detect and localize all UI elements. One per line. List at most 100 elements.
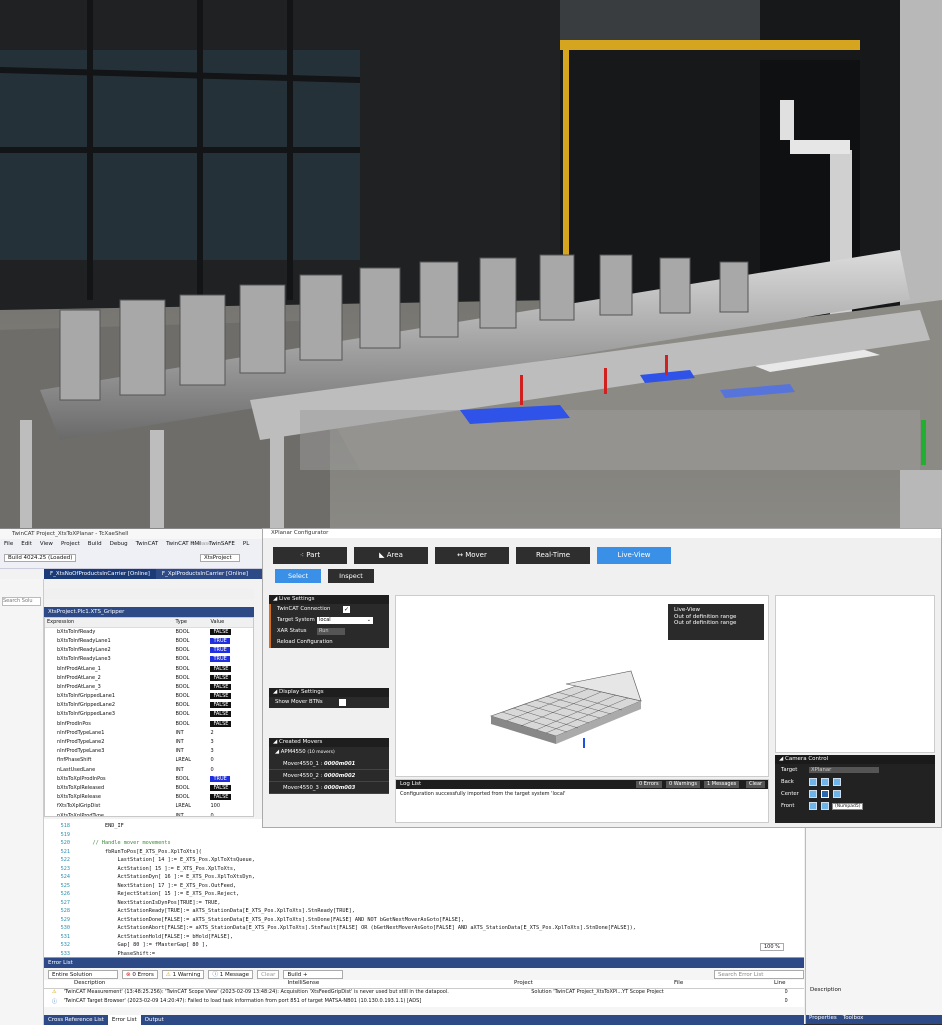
solution-search-input[interactable]: Search Solu xyxy=(2,597,41,606)
watch-row[interactable]: nInfProdTypeLane1 INT 2 xyxy=(45,728,253,737)
code-line[interactable]: Gap[ 80 ]:= fMasterGap[ 80 ], xyxy=(80,942,208,948)
warnings-filter-button[interactable]: ⚠ 1 Warning xyxy=(161,969,205,979)
tab-inspect[interactable]: Inspect xyxy=(328,569,374,583)
tab-part[interactable]: ⁖ Part xyxy=(273,547,347,564)
col-file[interactable]: File xyxy=(674,980,774,988)
show-mover-btns-checkbox[interactable] xyxy=(339,699,346,706)
tab-toolbox[interactable]: Toolbox xyxy=(843,1015,864,1024)
mover-item[interactable]: Mover4550_1 : 0000m001 xyxy=(269,758,389,770)
code-line[interactable]: ActStationDyn[ 16 ]:= E_XTS_Pos.XplToXts… xyxy=(80,874,254,880)
tab-properties[interactable]: Properties xyxy=(809,1015,837,1024)
watch-row[interactable]: bXtsToInfReadyLane3 BOOL TRUE xyxy=(45,655,253,664)
live-view-3d[interactable]: Live-View Out of definition range Out of… xyxy=(395,595,769,777)
col-description[interactable]: Description xyxy=(44,980,514,988)
reload-configuration-button[interactable]: Reload Configuration xyxy=(269,637,389,648)
menu-item[interactable]: PL xyxy=(243,539,249,549)
code-line[interactable]: RejectStation[ 15 ]:= E_XTS_Pos.Reject, xyxy=(80,891,239,897)
menu-item[interactable]: Edit xyxy=(21,539,32,549)
watch-row[interactable]: bInfProdAtLane_1 BOOL FALSE xyxy=(45,664,253,673)
target-system-select[interactable]: local ⌄ xyxy=(317,617,373,624)
watch-row[interactable]: bXtsToInfReady BOOL FALSE xyxy=(45,627,253,636)
col-expression[interactable]: Expression xyxy=(45,618,174,628)
col-line[interactable]: Line xyxy=(774,980,785,988)
code-line[interactable]: PhaseShift:= xyxy=(80,951,155,957)
log-messages-button[interactable]: 1 Messages xyxy=(704,781,740,788)
errors-filter-button[interactable]: ⊗ 0 Errors xyxy=(122,969,158,979)
menu-item[interactable]: Project xyxy=(61,539,80,549)
menu-item[interactable]: Debug xyxy=(110,539,128,549)
camera-front-center-icon[interactable] xyxy=(821,802,829,810)
error-row[interactable]: ⓘ 'TwinCAT Target Browser' (2023-02-09 14… xyxy=(44,998,804,1007)
camera-center-center-icon[interactable] xyxy=(821,790,829,798)
tab-select[interactable]: Select xyxy=(275,569,321,583)
code-line[interactable]: ActStationAbort[FALSE]:= aXTS_StationDat… xyxy=(80,925,635,931)
code-line[interactable]: ActStationReady[TRUE]:= aXTS_StationData… xyxy=(80,908,354,914)
code-line[interactable]: NextStationIsDynPos[TRUE]:= TRUE, xyxy=(80,900,220,906)
clear-button[interactable]: Clear xyxy=(257,969,280,979)
watch-row[interactable]: bXtsToInfGrippedLane2 BOOL FALSE xyxy=(45,701,253,710)
log-clear-button[interactable]: Clear xyxy=(746,781,766,788)
watch-row[interactable]: bInfProdInPos BOOL FALSE xyxy=(45,719,253,728)
camera-back-center-icon[interactable] xyxy=(821,778,829,786)
watch-row[interactable]: fXtsToXplGripDist LREAL 100 xyxy=(45,802,253,811)
log-warnings-button[interactable]: 0 Warnings xyxy=(666,781,700,788)
tab-xpl-products[interactable]: F_XplProductsInCarrier [Online] xyxy=(156,569,254,579)
menu-item[interactable]: Build xyxy=(88,539,102,549)
watch-row[interactable]: nInfProdTypeLane3 INT 3 xyxy=(45,747,253,756)
watch-row[interactable]: bInfProdAtLane_3 BOOL FALSE xyxy=(45,682,253,691)
tab-mover[interactable]: ↔ Mover xyxy=(435,547,509,564)
watch-row[interactable]: bXtsToInfGrippedLane1 BOOL FALSE xyxy=(45,692,253,701)
code-line[interactable]: NextStation[ 17 ]:= E_XTS_Pos.OutFeed, xyxy=(80,883,236,889)
code-line[interactable]: END_IF xyxy=(80,823,124,829)
watch-row[interactable]: bXtsToInfReadyLane1 BOOL TRUE xyxy=(45,636,253,645)
mover-item[interactable]: Mover4550_2 : 0000m002 xyxy=(269,770,389,782)
camera-back-left-icon[interactable] xyxy=(809,778,817,786)
watch-row[interactable]: bXtsToInfGrippedLane3 BOOL FALSE xyxy=(45,710,253,719)
camera-front-left-icon[interactable] xyxy=(809,802,817,810)
display-settings-header[interactable]: ◢ Display Settings xyxy=(269,688,389,697)
scope-combo[interactable]: Entire Solution xyxy=(48,969,118,979)
menu-item[interactable]: TwinSAFE xyxy=(209,539,235,549)
code-line[interactable]: ActStationDone[FALSE]:= aXTS_StationData… xyxy=(80,917,464,923)
log-errors-button[interactable]: 0 Errors xyxy=(636,781,662,788)
code-editor[interactable]: 518 END_IF 519 520 // Handle mover movemen… xyxy=(44,819,804,957)
code-line[interactable]: ActStation[ 15 ]:= E_XTS_Pos.XplToXts, xyxy=(80,866,236,872)
tab-xts-products[interactable]: F_XtsNoOfProductsInCarrier [Online] xyxy=(44,569,156,579)
watch-row[interactable]: bXtsToXplReleased BOOL FALSE xyxy=(45,783,253,792)
menu-item[interactable]: File xyxy=(4,539,13,549)
camera-control-header[interactable]: ◢ Camera Control xyxy=(775,755,935,764)
col-value[interactable]: Value xyxy=(208,618,253,628)
mover-item[interactable]: Mover4550_3 : 0000m003 xyxy=(269,782,389,794)
mover-group[interactable]: ◢ APM4550 (10 movers) xyxy=(269,747,389,758)
build-version-combo[interactable]: Build 4024.25 (Loaded) xyxy=(4,554,77,562)
camera-center-left-icon[interactable] xyxy=(809,790,817,798)
watch-row[interactable]: bXtsToXplProdInPos BOOL TRUE xyxy=(45,774,253,783)
watch-row[interactable]: nInfProdTypeLane2 INT 3 xyxy=(45,737,253,746)
release-combo[interactable]: Release xyxy=(190,541,212,547)
col-project[interactable]: Project xyxy=(514,980,674,988)
tab-real-time[interactable]: Real-Time xyxy=(516,547,590,564)
camera-back-right-icon[interactable] xyxy=(833,778,841,786)
live-settings-header[interactable]: ◢ Live Settings xyxy=(269,595,389,604)
zoom-level[interactable]: 100 % xyxy=(760,943,784,951)
menu-item[interactable]: TwinCAT xyxy=(136,539,159,549)
build-filter-combo[interactable]: Build + IntelliSense xyxy=(283,969,344,986)
tab-live-view[interactable]: Live-View xyxy=(597,547,671,564)
watch-row[interactable]: bXtsToInfReadyLane2 BOOL TRUE xyxy=(45,646,253,655)
watch-row[interactable]: nXtsToXplProdType INT 0 xyxy=(45,811,253,816)
code-line[interactable]: ActStationHold[FALSE]:= bHold[FALSE], xyxy=(80,934,233,940)
watch-row[interactable]: bInfProdAtLane_2 BOOL FALSE xyxy=(45,673,253,682)
error-search-input[interactable]: Search Error List xyxy=(714,969,804,979)
col-type[interactable]: Type xyxy=(173,618,209,628)
watch-row[interactable]: bXtsToXplRelease BOOL FALSE xyxy=(45,793,253,802)
watch-row[interactable]: fInfPhaseShift LREAL 0 xyxy=(45,756,253,765)
messages-filter-button[interactable]: ⓘ 1 Message xyxy=(208,969,254,979)
watch-row[interactable]: nLastUsedLane INT 0 xyxy=(45,765,253,774)
tab-area[interactable]: ◣ Area xyxy=(354,547,428,564)
code-line[interactable]: // Handle mover movements xyxy=(80,840,170,846)
created-movers-header[interactable]: ◢ Created Movers xyxy=(269,738,389,747)
project-combo[interactable]: XtsProject xyxy=(200,554,240,562)
error-row[interactable]: ⚠ 'TwinCAT Measurement' (13:48:25.256): '… xyxy=(44,989,804,998)
code-line[interactable]: LastStation[ 14 ]:= E_XTS_Pos.XplToXtsQu… xyxy=(80,857,254,863)
twincat-connection-checkbox[interactable]: ✓ xyxy=(343,606,350,613)
